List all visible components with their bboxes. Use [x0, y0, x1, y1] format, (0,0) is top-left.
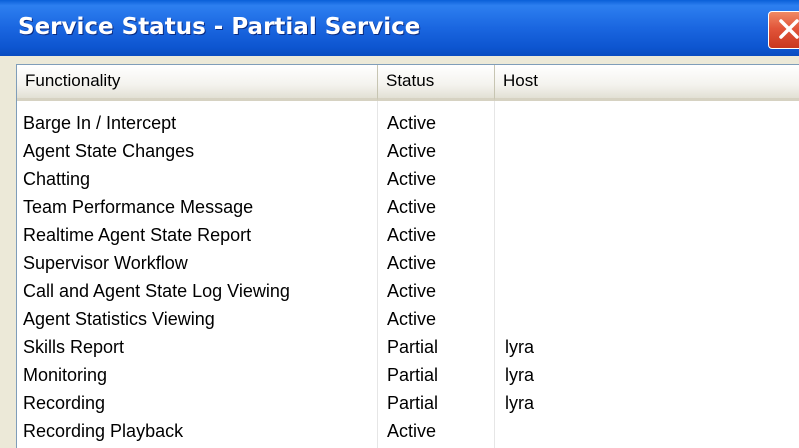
- title-bar[interactable]: Service Status - Partial Service: [0, 0, 799, 56]
- column-header-functionality[interactable]: Functionality: [17, 65, 378, 101]
- cell-host: [495, 109, 799, 137]
- column-header-host[interactable]: Host: [495, 65, 799, 101]
- cell-host: lyra: [505, 393, 535, 413]
- cell-functionality: Skills Report: [23, 337, 125, 357]
- cell-functionality: Realtime Agent State Report: [23, 225, 252, 245]
- cell-functionality: Barge In / Intercept: [23, 113, 177, 133]
- service-status-list[interactable]: Functionality Status Host Barge In / Int…: [16, 64, 799, 448]
- cell-host: [495, 221, 799, 249]
- list-rows: Barge In / Intercept Active Agent State …: [17, 109, 799, 445]
- cell-functionality: Chatting: [23, 169, 91, 189]
- list-row[interactable]: Monitoring Partial lyra: [17, 361, 799, 389]
- list-row[interactable]: Team Performance Message Active: [17, 193, 799, 221]
- cell-status: Active: [387, 197, 437, 217]
- list-row[interactable]: Realtime Agent State Report Active: [17, 221, 799, 249]
- cell-status: Partial: [387, 393, 439, 413]
- cell-functionality: Call and Agent State Log Viewing: [23, 281, 290, 301]
- cell-status: Active: [387, 309, 437, 329]
- cell-host: lyra: [505, 337, 535, 357]
- cell-functionality: Monitoring: [23, 365, 108, 385]
- cell-status: Active: [387, 169, 437, 189]
- cell-functionality: Agent Statistics Viewing: [23, 309, 215, 329]
- cell-status: Partial: [387, 365, 439, 385]
- cell-functionality: Recording Playback: [23, 421, 184, 441]
- list-row[interactable]: Recording Playback Active: [17, 417, 799, 445]
- cell-status: Active: [387, 421, 437, 441]
- window-title: Service Status - Partial Service: [18, 14, 421, 40]
- list-row[interactable]: Skills Report Partial lyra: [17, 333, 799, 361]
- cell-host: [495, 249, 799, 277]
- cell-host: [495, 193, 799, 221]
- cell-host: [495, 137, 799, 165]
- service-status-window: Service Status - Partial Service Functio…: [0, 0, 799, 448]
- cell-status: Active: [387, 113, 437, 133]
- cell-status: Active: [387, 225, 437, 245]
- cell-status: Active: [387, 281, 437, 301]
- list-row[interactable]: Agent Statistics Viewing Active: [17, 305, 799, 333]
- list-row[interactable]: Supervisor Workflow Active: [17, 249, 799, 277]
- close-button[interactable]: [768, 11, 799, 49]
- list-header: Functionality Status Host: [17, 65, 799, 101]
- cell-functionality: Team Performance Message: [23, 197, 254, 217]
- cell-status: Partial: [387, 337, 439, 357]
- cell-functionality: Recording: [23, 393, 106, 413]
- cell-host: [495, 305, 799, 333]
- list-row[interactable]: Chatting Active: [17, 165, 799, 193]
- list-row[interactable]: Barge In / Intercept Active: [17, 109, 799, 137]
- cell-host: [495, 417, 799, 445]
- cell-host: lyra: [505, 365, 535, 385]
- cell-host: [495, 165, 799, 193]
- cell-functionality: Supervisor Workflow: [23, 253, 188, 273]
- list-row[interactable]: Call and Agent State Log Viewing Active: [17, 277, 799, 305]
- cell-functionality: Agent State Changes: [23, 141, 195, 161]
- column-header-status[interactable]: Status: [378, 65, 495, 101]
- list-row[interactable]: Recording Partial lyra: [17, 389, 799, 417]
- cell-status: Active: [387, 253, 437, 273]
- list-row[interactable]: Agent State Changes Active: [17, 137, 799, 165]
- close-icon: [779, 19, 799, 39]
- cell-status: Active: [387, 141, 437, 161]
- cell-host: [495, 277, 799, 305]
